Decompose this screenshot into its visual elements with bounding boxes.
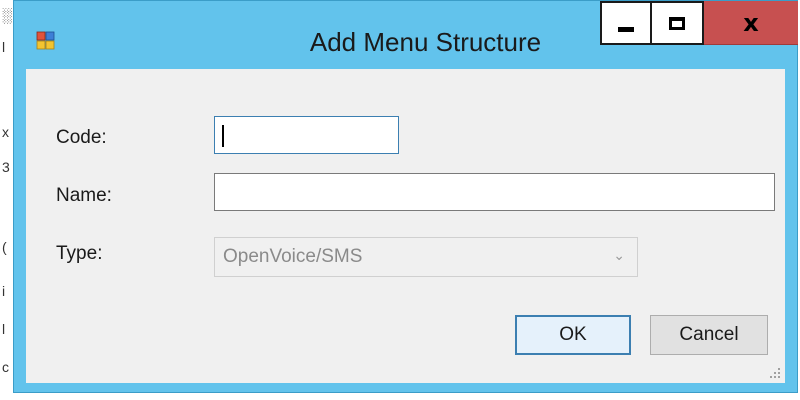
type-selected-value: OpenVoice/SMS xyxy=(223,246,363,267)
screen: ░ l x 3 ( i l c Add Menu Structure x Cod… xyxy=(0,0,800,400)
resize-grip[interactable] xyxy=(769,367,781,379)
background-glyph: 3 xyxy=(2,159,10,175)
maximize-button[interactable] xyxy=(652,1,704,45)
text-caret xyxy=(222,125,224,147)
name-field[interactable] xyxy=(214,173,775,211)
background-glyph: c xyxy=(2,359,9,375)
code-label: Code: xyxy=(56,127,107,148)
add-menu-structure-dialog: Add Menu Structure x Code: Name: Type: O… xyxy=(13,0,798,393)
chevron-down-icon: ⌄ xyxy=(613,248,625,264)
background-glyph: i xyxy=(2,283,6,299)
close-icon: x xyxy=(743,8,759,37)
type-dropdown[interactable]: OpenVoice/SMS ⌄ xyxy=(214,237,638,277)
dialog-body: Code: Name: Type: OpenVoice/SMS ⌄ OK Can… xyxy=(26,69,785,383)
minimize-button[interactable] xyxy=(600,1,652,45)
code-field[interactable] xyxy=(214,116,399,154)
cancel-button[interactable]: Cancel xyxy=(650,315,768,355)
close-button[interactable]: x xyxy=(704,1,798,45)
title-bar[interactable]: Add Menu Structure x xyxy=(14,1,798,69)
background-glyph: ( xyxy=(2,239,7,255)
maximize-icon xyxy=(669,16,685,30)
background-glyph: l xyxy=(2,39,6,55)
background-glyph: x xyxy=(2,124,9,140)
background-glyph: ░ xyxy=(2,7,12,23)
minimize-icon xyxy=(618,26,634,32)
name-label: Name: xyxy=(56,185,112,206)
background-app-edge: ░ l x 3 ( i l c xyxy=(0,0,13,400)
ok-button[interactable]: OK xyxy=(515,315,631,355)
type-label: Type: xyxy=(56,243,103,264)
background-glyph: l xyxy=(2,321,6,337)
